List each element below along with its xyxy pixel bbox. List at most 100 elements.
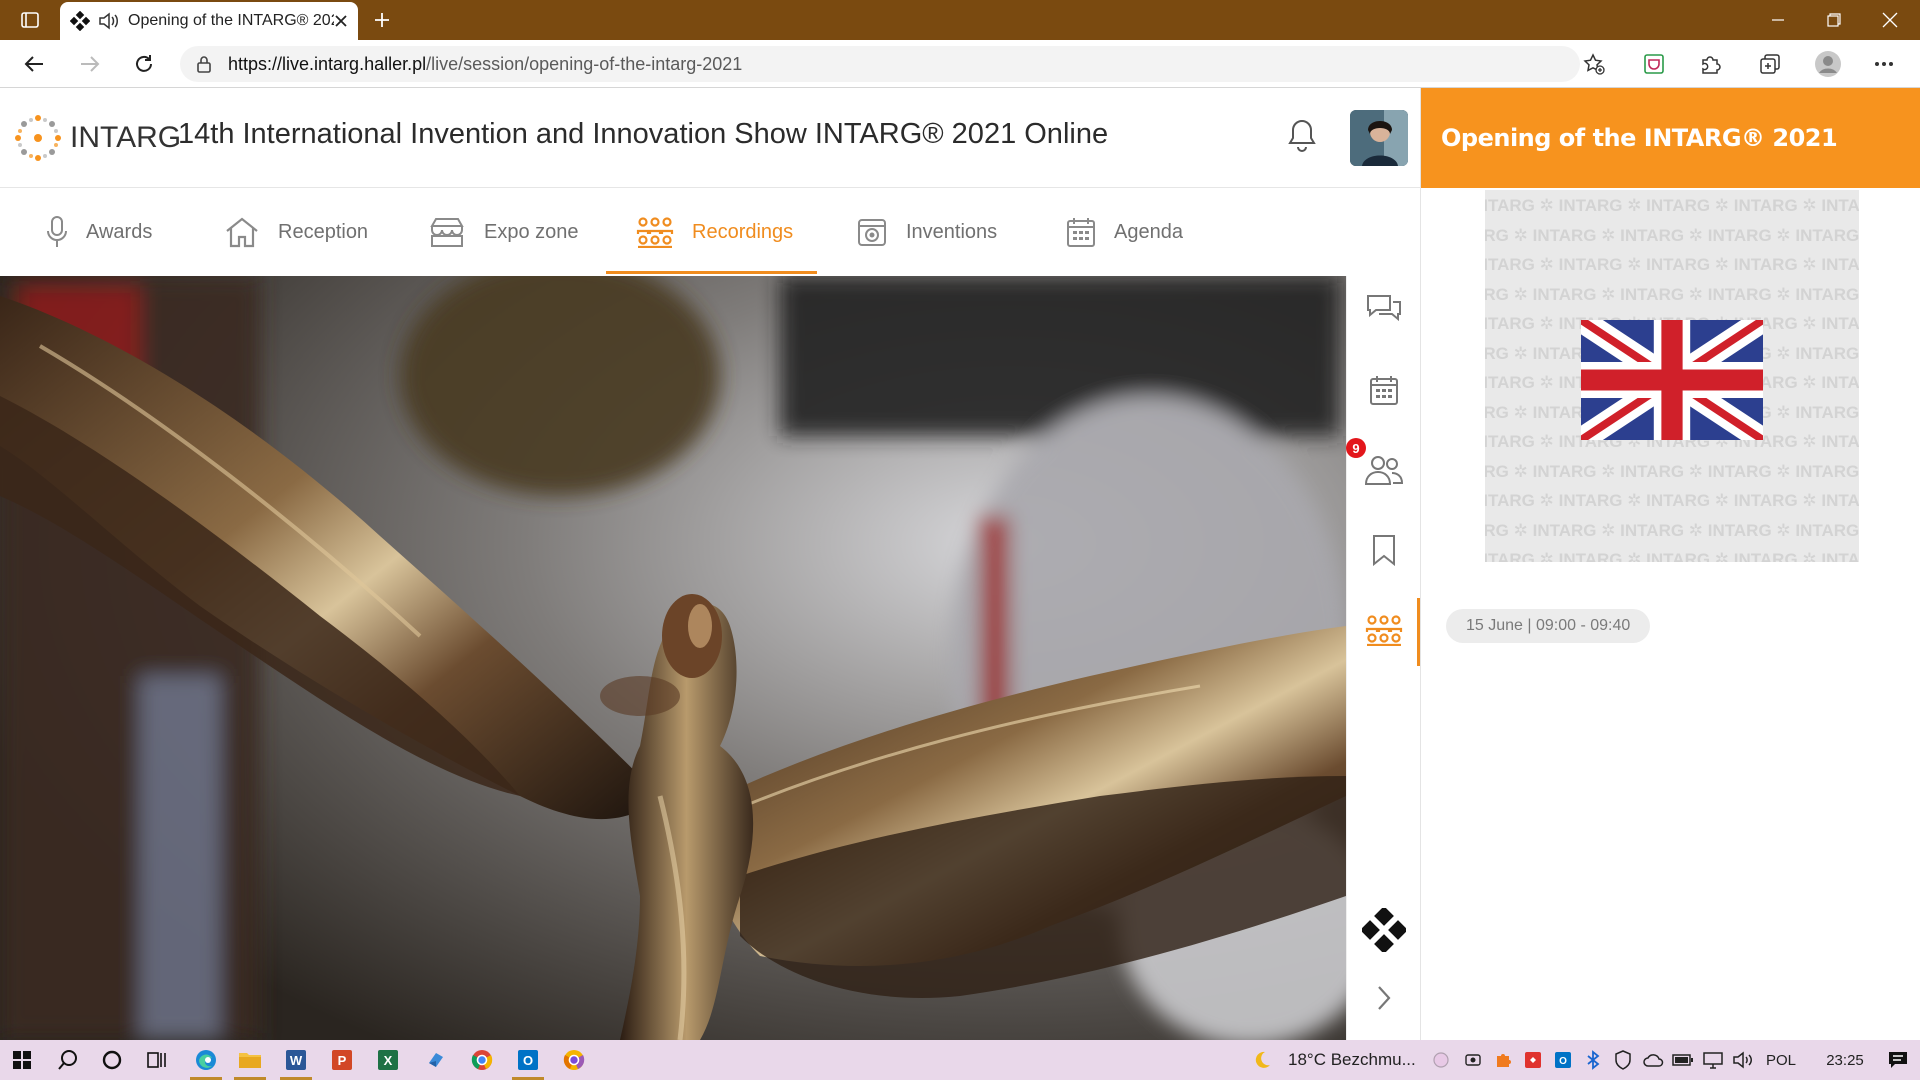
haller-logo-icon [1362, 908, 1406, 952]
url-text: https://live.intarg.haller.pl/live/sessi… [228, 54, 742, 75]
video-frame-trophy [0, 276, 1346, 1040]
watermark-row: INTARG ✲ INTARG ✲ INTARG ✲ INTARG ✲ INTA… [1485, 225, 1859, 245]
booth-icon [430, 218, 464, 247]
watermark-row: INTARG ✲ INTARG ✲ INTARG ✲ INTARG ✲ INTA… [1485, 196, 1859, 215]
lock-icon[interactable] [196, 55, 212, 73]
action-center-icon [1889, 1052, 1907, 1068]
app-button[interactable] [414, 1040, 458, 1080]
user-avatar[interactable] [1350, 110, 1408, 166]
event-title: 14th International Invention and Innovat… [178, 118, 1109, 150]
tab-awards[interactable]: Awards [46, 188, 152, 276]
main-nav-tabs: Awards Reception Expo zone Recordings In… [0, 188, 1420, 276]
restore-button[interactable] [1806, 0, 1862, 40]
recordings-button[interactable] [1347, 600, 1421, 660]
notifications-button[interactable] [1286, 118, 1318, 157]
notifications-center-button[interactable] [1876, 1040, 1920, 1080]
close-window-button[interactable] [1862, 0, 1918, 40]
tab-agenda[interactable]: Agenda [1066, 188, 1183, 276]
outlook-button[interactable]: O [506, 1040, 550, 1080]
browser-toolbar: https://live.intarg.haller.pl/live/sessi… [0, 40, 1920, 88]
chrome-icon [471, 1050, 493, 1070]
windows-taskbar: W P X O 18°C Bezchmu... O POL 23:25 [0, 1040, 1920, 1080]
volume-icon [1733, 1051, 1752, 1069]
watermark-row: INTARG ✲ INTARG ✲ INTARG ✲ INTARG ✲ INTA… [1485, 520, 1859, 540]
tab-actions-button[interactable] [10, 0, 50, 40]
tab-inventions[interactable]: Inventions [856, 188, 997, 276]
tray-icon-2[interactable] [1458, 1040, 1488, 1080]
tray-icon-3[interactable] [1488, 1040, 1518, 1080]
tab-recordings[interactable]: Recordings [605, 188, 818, 276]
refresh-button[interactable] [124, 44, 164, 84]
intarg-logo[interactable]: INTARG [12, 112, 181, 164]
favorites-add-button[interactable] [1574, 44, 1614, 84]
tab-expo-zone[interactable]: Expo zone [428, 188, 579, 276]
watermark-row: INTARG ✲ INTARG ✲ INTARG ✲ INTARG ✲ INTA… [1485, 284, 1859, 304]
bluetooth-icon [1587, 1050, 1600, 1070]
box-icon [858, 219, 886, 246]
logo-sunburst-icon [15, 115, 61, 161]
forward-button[interactable] [70, 44, 110, 84]
bookmark-icon [1373, 535, 1395, 566]
powerpoint-button[interactable]: P [320, 1040, 364, 1080]
more-menu-button[interactable] [1864, 44, 1904, 84]
haller-logo-button[interactable] [1347, 900, 1421, 960]
weather-widget[interactable]: 18°C Bezchmu... [1288, 1040, 1416, 1080]
participants-badge: 9 [1346, 438, 1366, 458]
back-button[interactable] [14, 44, 54, 84]
collapse-panel-button[interactable] [1347, 968, 1421, 1028]
puzzle-icon [1702, 56, 1721, 74]
search-button[interactable] [46, 1040, 90, 1080]
logo-text: INTARG [70, 121, 182, 154]
battery-icon [1672, 1054, 1693, 1066]
tray-coin-icon [1433, 1052, 1449, 1068]
excel-button[interactable]: X [366, 1040, 410, 1080]
chat-button[interactable] [1347, 280, 1421, 340]
input-language[interactable]: POL [1766, 1040, 1796, 1080]
close-tab-icon[interactable] [334, 14, 348, 28]
tray-icon-4[interactable] [1518, 1040, 1548, 1080]
calendar-icon [1067, 218, 1095, 247]
task-view-button[interactable] [134, 1040, 178, 1080]
ellipsis-icon [1875, 62, 1893, 66]
system-clock[interactable]: 23:25 [1810, 1040, 1880, 1080]
url-path: /live/session/opening-of-the-intarg-2021 [426, 53, 743, 74]
tray-icon-5[interactable]: O [1548, 1040, 1578, 1080]
chrome-alt-icon [563, 1050, 585, 1070]
page-header: INTARG 14th International Invention and … [0, 88, 1420, 188]
address-bar[interactable]: https://live.intarg.haller.pl/live/sessi… [180, 46, 1580, 82]
word-button[interactable]: W [274, 1040, 318, 1080]
extensions-button[interactable] [1690, 44, 1730, 84]
edge-taskbar-button[interactable] [184, 1040, 228, 1080]
chrome-canary-button[interactable] [552, 1040, 596, 1080]
tab-reception[interactable]: Reception [224, 188, 368, 276]
tray-icon-9[interactable] [1668, 1040, 1698, 1080]
refresh-icon [136, 55, 152, 72]
new-tab-button[interactable] [364, 0, 400, 40]
chrome-button[interactable] [460, 1040, 504, 1080]
profile-button[interactable] [1808, 44, 1848, 84]
file-explorer-button[interactable] [228, 1040, 272, 1080]
avatar-portrait [1350, 110, 1408, 166]
word-icon: W [286, 1050, 306, 1070]
start-button[interactable] [0, 1040, 44, 1080]
tray-icon-6[interactable] [1578, 1040, 1608, 1080]
agenda-button[interactable] [1347, 360, 1421, 420]
restore-icon [1827, 13, 1841, 27]
browser-tab-bar: Opening of the INTARG® 2021 [0, 0, 1920, 40]
tray-icon-10[interactable] [1698, 1040, 1728, 1080]
cortana-button[interactable] [90, 1040, 134, 1080]
watermark-row: INTARG ✲ INTARG ✲ INTARG ✲ INTARG ✲ INTA… [1485, 255, 1859, 274]
tray-icon-8[interactable] [1638, 1040, 1668, 1080]
bookmark-button[interactable] [1347, 520, 1421, 580]
volume-button[interactable] [1728, 1040, 1758, 1080]
tray-icon-1[interactable] [1426, 1040, 1456, 1080]
tray-icon-7[interactable] [1608, 1040, 1638, 1080]
browser-tab-active[interactable]: Opening of the INTARG® 2021 [60, 2, 358, 40]
extension-button[interactable] [1634, 44, 1674, 84]
tray-puzzle-icon [1497, 1054, 1511, 1067]
video-player[interactable] [0, 276, 1346, 1040]
speaker-icon[interactable] [98, 11, 120, 31]
minimize-button[interactable] [1750, 0, 1806, 40]
collections-button[interactable] [1750, 44, 1790, 84]
svg-text:X: X [384, 1053, 393, 1068]
